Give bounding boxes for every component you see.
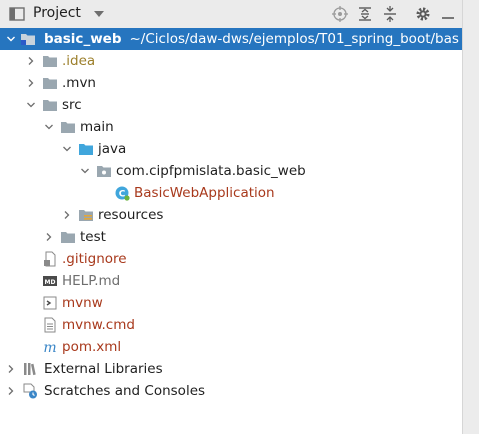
folder-icon — [61, 122, 75, 133]
tree-item-basic-web[interactable]: basic_web ~/Ciclos/daw-dws/ejemplos/T01_s… — [0, 28, 462, 50]
tree-item-idea[interactable]: .idea — [0, 50, 462, 72]
chevron-right-icon[interactable] — [62, 210, 72, 220]
chevron-down-icon[interactable] — [26, 100, 36, 110]
tool-window-title[interactable]: Project — [33, 5, 81, 21]
chevron-down-icon[interactable] — [6, 34, 16, 44]
tree-item-label: test — [80, 229, 106, 245]
folder-icon — [43, 100, 57, 111]
chevron-down-icon[interactable] — [62, 144, 72, 154]
chevron-right-icon[interactable] — [44, 232, 54, 242]
tree-item-main[interactable]: main — [0, 116, 462, 138]
tree-item-resources[interactable]: resources — [0, 204, 462, 226]
tree-item-external-libraries[interactable]: External Libraries — [0, 358, 462, 380]
folder-icon — [43, 56, 57, 67]
tree-item-package[interactable]: com.cipfpmislata.basic_web — [0, 160, 462, 182]
tree-item-mvnw-cmd[interactable]: mvnw.cmd — [0, 314, 462, 336]
tree-item-label: .gitignore — [62, 251, 127, 267]
tree-item-label: .idea — [62, 53, 96, 69]
text-file-icon — [44, 317, 56, 333]
hide-icon[interactable] — [440, 6, 456, 22]
maven-icon: m — [43, 340, 56, 355]
collapse-all-icon[interactable] — [382, 6, 398, 22]
tree-item-test[interactable]: test — [0, 226, 462, 248]
chevron-right-icon[interactable] — [26, 78, 36, 88]
tree-item-label: src — [62, 97, 82, 113]
svg-text:m: m — [43, 340, 56, 355]
module-folder-icon — [21, 34, 35, 45]
source-folder-icon — [79, 144, 93, 155]
project-path: ~/Ciclos/daw-dws/ejemplos/T01_spring_boo… — [129, 31, 459, 47]
tree-item-label: main — [80, 119, 114, 135]
tree-item-label: External Libraries — [44, 361, 163, 377]
tree-item-label: java — [98, 141, 127, 157]
tree-item-label: HELP.md — [62, 273, 121, 289]
chevron-right-icon[interactable] — [6, 386, 16, 396]
gear-icon[interactable] — [415, 6, 431, 22]
tree-item-label: basic_web ~/Ciclos/daw-dws/ejemplos/T01_s… — [44, 31, 459, 47]
tree-item-scratches-and-consoles[interactable]: Scratches and Consoles — [0, 380, 462, 402]
tree-item-label: pom.xml — [62, 339, 122, 355]
project-tool-window-header: Project — [0, 0, 462, 29]
vertical-scrollbar[interactable] — [462, 0, 479, 434]
scratches-icon — [23, 383, 37, 399]
project-name: basic_web — [44, 31, 122, 47]
chevron-right-icon[interactable] — [26, 56, 36, 66]
tree-item-gitignore[interactable]: .gitignore — [0, 248, 462, 270]
tree-item-mvn[interactable]: .mvn — [0, 72, 462, 94]
project-icon — [9, 7, 25, 21]
markdown-file-icon: MD — [43, 276, 57, 286]
tree-item-help-md[interactable]: MD HELP.md — [0, 270, 462, 292]
chevron-right-icon[interactable] — [6, 364, 16, 374]
folder-icon — [43, 78, 57, 89]
tree-item-label: mvnw — [62, 295, 103, 311]
tree-item-src[interactable]: src — [0, 94, 462, 116]
svg-text:MD: MD — [45, 279, 56, 286]
tree-item-label: Scratches and Consoles — [44, 383, 206, 399]
tree-item-label: resources — [98, 207, 164, 223]
tree-item-java[interactable]: java — [0, 138, 462, 160]
spring-boot-class-icon: C — [115, 186, 130, 201]
shell-script-icon — [43, 296, 57, 310]
chevron-down-icon[interactable] — [80, 166, 90, 176]
tree-item-pom-xml[interactable]: m pom.xml — [0, 336, 462, 358]
tree-item-label: com.cipfpmislata.basic_web — [116, 163, 306, 179]
tree-item-label: mvnw.cmd — [62, 317, 135, 333]
chevron-down-icon[interactable] — [44, 122, 54, 132]
tree-item-basic-web-application[interactable]: C BasicWebApplication — [0, 182, 462, 204]
tree-item-label: BasicWebApplication — [134, 185, 275, 201]
tree-item-label: .mvn — [62, 75, 96, 91]
libraries-icon — [24, 363, 36, 376]
chevron-down-icon[interactable] — [94, 11, 104, 17]
package-icon — [97, 166, 111, 177]
target-icon[interactable] — [332, 6, 348, 22]
expand-all-icon[interactable] — [357, 6, 373, 22]
folder-icon — [61, 232, 75, 243]
tree-item-mvnw[interactable]: mvnw — [0, 292, 462, 314]
gitignore-file-icon — [44, 251, 56, 267]
resources-folder-icon — [79, 210, 93, 221]
